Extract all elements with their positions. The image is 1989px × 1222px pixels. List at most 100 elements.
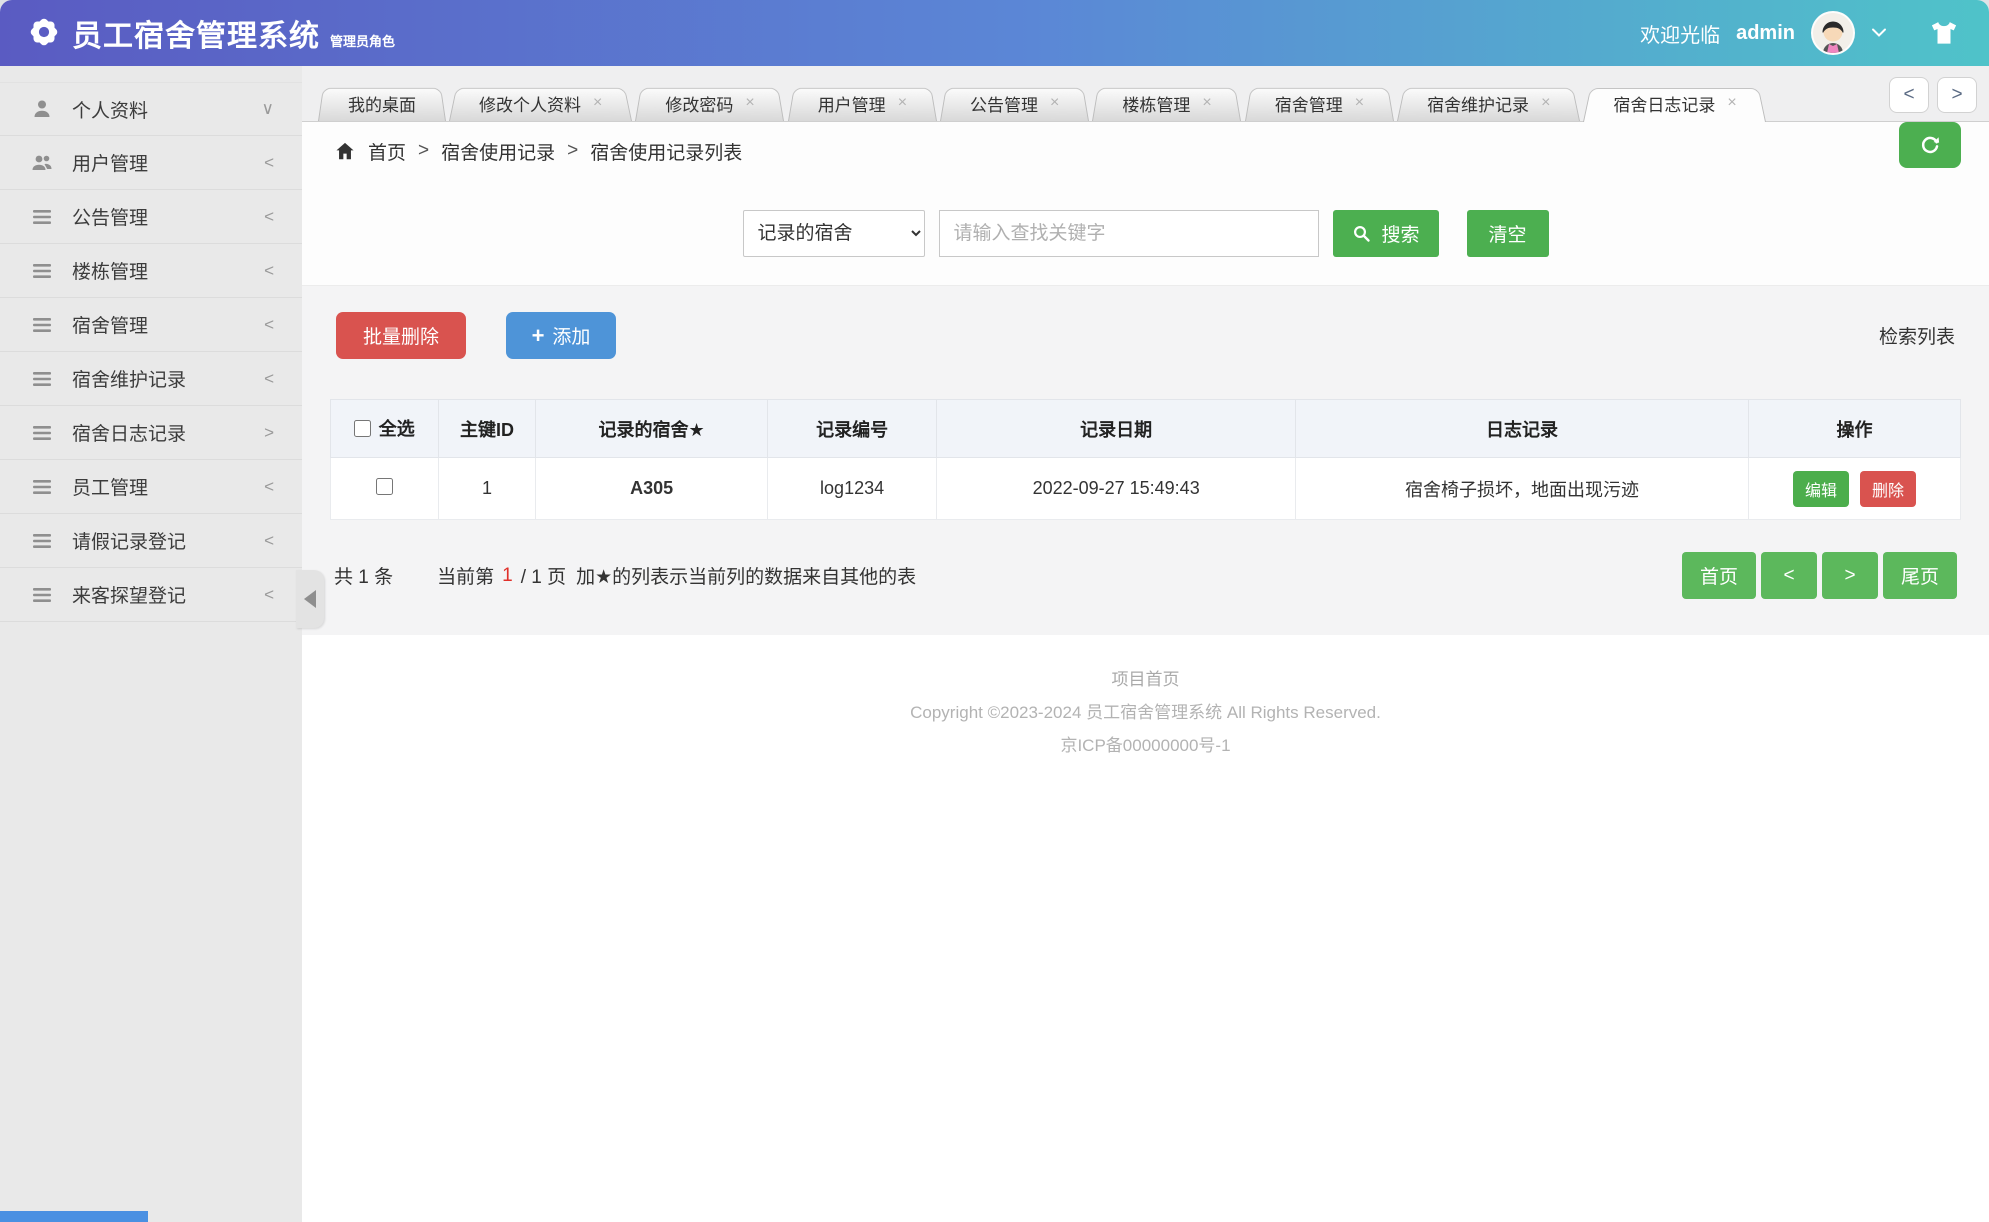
sidebar-item-profile[interactable]: 个人资料 ∨ (0, 82, 302, 136)
sidebar-item-leave-records[interactable]: 请假记录登记 < (0, 514, 302, 568)
chevron-down-icon: ∨ (261, 99, 274, 118)
edit-button[interactable]: 编辑 (1793, 470, 1850, 507)
tab-building-management[interactable]: 楼栋管理 × (1092, 85, 1241, 121)
chevron-left-icon: < (264, 530, 274, 550)
sidebar-item-visitor-records[interactable]: 来客探望登记 < (0, 568, 302, 622)
sidebar-item-users[interactable]: 用户管理 < (0, 136, 302, 190)
role-subtitle: 管理员角色 (330, 34, 396, 49)
sidebar-item-label: 请假记录登记 (72, 532, 187, 553)
tab-maintenance-records[interactable]: 宿舍维护记录 × (1397, 85, 1580, 121)
tab-label: 楼栋管理 (1122, 95, 1191, 115)
triangle-left-icon (304, 590, 316, 608)
header-id: 主键ID (437, 399, 537, 458)
delete-button[interactable]: 删除 (1860, 470, 1917, 507)
tab-user-management[interactable]: 用户管理 × (788, 85, 937, 121)
add-button-label: 添加 (552, 327, 591, 348)
chevron-down-icon[interactable] (1871, 27, 1887, 39)
action-row: 批量删除 + 添加 检索列表 (330, 312, 1961, 359)
chevron-left-icon: < (264, 584, 274, 604)
cell-log: 宿舍椅子损坏，地面出现污迹 (1294, 457, 1750, 520)
sidebar-item-log-records[interactable]: 宿舍日志记录 > (0, 406, 302, 460)
list-icon (30, 421, 58, 445)
search-field-select[interactable]: 记录的宿舍 (742, 210, 925, 257)
tab-scroll-left-button[interactable]: < (1889, 77, 1929, 113)
tab-label: 我的桌面 (348, 95, 416, 115)
refresh-button[interactable] (1899, 122, 1961, 168)
cell-id: 1 (437, 457, 537, 520)
total-count: 共 1 条 (334, 567, 394, 588)
tab-edit-profile[interactable]: 修改个人资料 × (449, 85, 632, 121)
prev-page-button[interactable]: < (1761, 552, 1817, 599)
theme-shirt-icon[interactable] (1929, 18, 1959, 48)
sidebar-item-label: 宿舍日志记录 (72, 424, 187, 445)
plus-icon: + (531, 322, 545, 348)
next-page-button[interactable]: > (1822, 552, 1878, 599)
list-icon (30, 583, 58, 607)
header-dorm: 记录的宿舍★ (535, 399, 768, 458)
sidebar-collapse-handle[interactable] (296, 570, 324, 628)
breadcrumb-section[interactable]: 宿舍使用记录 (441, 138, 555, 165)
breadcrumb-separator: > (418, 140, 430, 161)
current-page-number: 1 (502, 564, 513, 586)
gear-icon (26, 14, 62, 50)
search-input[interactable] (938, 210, 1319, 257)
tab-change-password[interactable]: 修改密码 × (635, 85, 784, 121)
search-bar: 记录的宿舍 搜索 清空 (302, 180, 1989, 285)
sidebar-item-employees[interactable]: 员工管理 < (0, 460, 302, 514)
row-checkbox[interactable] (375, 477, 393, 495)
close-icon[interactable]: × (1541, 94, 1550, 112)
batch-delete-button[interactable]: 批量删除 (336, 312, 466, 359)
tab-my-desktop[interactable]: 我的桌面 (318, 85, 446, 121)
close-icon[interactable]: × (1202, 94, 1211, 112)
records-table: 全选 主键ID 记录的宿舍★ 记录编号 记录日期 日志记录 操作 1 A305 … (330, 399, 1961, 520)
bottom-status-bar (0, 1211, 148, 1222)
current-page-prefix: 当前第 (437, 567, 495, 588)
brand: 员工宿舍管理系统 管理员角色 (26, 14, 395, 52)
search-button[interactable]: 搜索 (1332, 210, 1439, 257)
chevron-right-icon: > (264, 422, 274, 442)
header-code: 记录编号 (766, 399, 938, 458)
pagination-bar: 共 1 条 当前第 1 / 1 页 加★的列表示当前列的数据来自其他的表 首页 … (330, 552, 1961, 599)
user-icon (30, 97, 58, 121)
tab-dorm-management[interactable]: 宿舍管理 × (1245, 85, 1394, 121)
close-icon[interactable]: × (898, 94, 907, 112)
breadcrumb-home[interactable]: 首页 (368, 138, 406, 165)
cell-ops: 编辑 删除 (1748, 457, 1961, 520)
breadcrumb-current: 宿舍使用记录列表 (590, 142, 743, 164)
clear-button[interactable]: 清空 (1466, 210, 1549, 257)
header-log: 日志记录 (1294, 399, 1750, 458)
chevron-left-icon: < (264, 206, 274, 226)
select-all-checkbox[interactable] (353, 419, 371, 437)
sidebar-item-maintenance-records[interactable]: 宿舍维护记录 < (0, 352, 302, 406)
close-icon[interactable]: × (1050, 94, 1059, 112)
close-icon[interactable]: × (1355, 94, 1364, 112)
sidebar-item-dorms[interactable]: 宿舍管理 < (0, 298, 302, 352)
first-page-button[interactable]: 首页 (1682, 552, 1756, 599)
list-icon (30, 313, 58, 337)
footer-home-link[interactable]: 项目首页 (302, 663, 1989, 696)
table-header-row: 全选 主键ID 记录的宿舍★ 记录编号 记录日期 日志记录 操作 (330, 399, 1961, 458)
table-row: 1 A305 log1234 2022-09-27 15:49:43 宿舍椅子损… (330, 457, 1961, 520)
search-icon (1351, 223, 1372, 244)
add-button[interactable]: + 添加 (506, 312, 616, 359)
tab-announcement-management[interactable]: 公告管理 × (940, 85, 1089, 121)
tab-log-records[interactable]: 宿舍日志记录 × (1583, 85, 1766, 121)
avatar[interactable] (1811, 11, 1855, 55)
select-all-label: 全选 (378, 419, 415, 440)
cell-dorm: A305 (535, 457, 768, 520)
sidebar-item-buildings[interactable]: 楼栋管理 < (0, 244, 302, 298)
breadcrumb: 首页 > 宿舍使用记录 > 宿舍使用记录列表 (302, 122, 1989, 180)
header-date: 记录日期 (936, 399, 1296, 458)
close-icon[interactable]: × (745, 94, 754, 112)
sidebar-item-label: 员工管理 (72, 478, 149, 499)
top-header: 员工宿舍管理系统 管理员角色 欢迎光临 admin (0, 0, 1989, 66)
last-page-button[interactable]: 尾页 (1883, 552, 1957, 599)
list-icon (30, 529, 58, 553)
current-page-suffix: / 1 页 (520, 567, 567, 588)
chevron-left-icon: < (264, 152, 274, 172)
sidebar-item-announcements[interactable]: 公告管理 < (0, 190, 302, 244)
close-icon[interactable]: × (593, 94, 602, 112)
sidebar-item-label: 用户管理 (72, 154, 149, 175)
close-icon[interactable]: × (1727, 94, 1736, 112)
tab-scroll-right-button[interactable]: > (1937, 77, 1977, 113)
